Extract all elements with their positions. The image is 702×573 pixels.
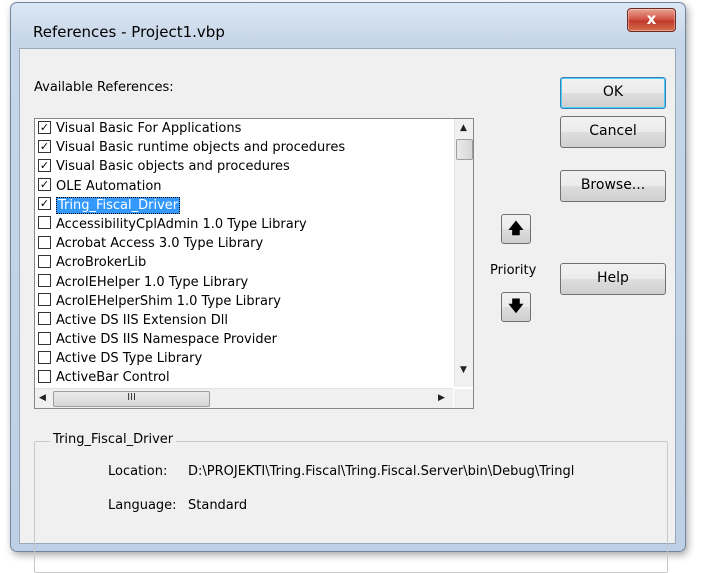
vertical-scroll-thumb[interactable]	[456, 139, 473, 160]
scroll-up-icon[interactable]: ▲	[460, 123, 467, 133]
reference-label: Active DS Type Library	[56, 351, 203, 367]
checkbox-unchecked-icon[interactable]	[38, 293, 51, 307]
checkbox-unchecked-icon[interactable]	[38, 216, 51, 230]
reference-label: AcroIEHelper 1.0 Type Library	[56, 274, 249, 290]
checkbox-unchecked-icon[interactable]	[38, 254, 51, 268]
references-listbox[interactable]: ✓ Visual Basic For Applications ✓ Visual Ba…	[34, 118, 474, 409]
list-item[interactable]: Active DS Type Library	[35, 349, 453, 368]
scroll-down-icon[interactable]: ▼	[460, 365, 467, 375]
reference-label: Tring_Fiscal_Driver	[56, 196, 181, 214]
list-item[interactable]: ✓ OLE Automation	[35, 177, 453, 196]
reference-label: Acrobat Access 3.0 Type Library	[56, 236, 264, 252]
close-icon: x	[646, 10, 657, 28]
scroll-left-icon[interactable]: ◀	[39, 393, 46, 403]
list-item[interactable]: AcroBrokerLib	[35, 253, 453, 272]
arrow-up-icon: 🡅	[508, 219, 524, 237]
details-group-title: Tring_Fiscal_Driver	[50, 432, 177, 447]
list-item[interactable]: Acrobat Access 3.0 Type Library	[35, 234, 453, 253]
list-item[interactable]: ✓ Tring_Fiscal_Driver	[35, 196, 453, 215]
list-item[interactable]: AcroIEHelper 1.0 Type Library	[35, 273, 453, 292]
dialog-client-area: Available References: ✓ Visual Basic For …	[19, 48, 676, 573]
checkbox-checked-icon[interactable]: ✓	[38, 158, 51, 172]
reference-label: AccessibilityCplAdmin 1.0 Type Library	[56, 216, 307, 232]
checkbox-unchecked-icon[interactable]	[38, 369, 51, 383]
checkbox-checked-icon[interactable]: ✓	[38, 178, 51, 192]
title-bar[interactable]: References - Project1.vbp x	[11, 3, 685, 47]
scroll-right-icon[interactable]: ▶	[438, 393, 445, 403]
reference-label: Visual Basic For Applications	[56, 121, 242, 136]
language-label: Language:	[108, 498, 177, 513]
list-item[interactable]: Active DS IIS Namespace Provider	[35, 330, 453, 349]
scroll-grip-icon: III	[127, 392, 136, 403]
checkbox-unchecked-icon[interactable]	[38, 350, 51, 364]
reference-label: AcroBrokerLib	[56, 255, 147, 271]
reference-label: Visual Basic runtime objects and procedu…	[56, 140, 346, 156]
checkbox-unchecked-icon[interactable]	[38, 274, 51, 287]
checkbox-checked-icon[interactable]: ✓	[38, 139, 51, 153]
horizontal-scrollbar[interactable]: ◀ III ▶	[35, 388, 453, 408]
priority-label: Priority	[490, 263, 537, 278]
list-item[interactable]: ✓ Visual Basic objects and procedures	[35, 157, 453, 176]
location-label: Location:	[108, 464, 168, 479]
browse-button[interactable]: Browse...	[560, 170, 666, 202]
available-references-label: Available References:	[34, 80, 174, 95]
list-item[interactable]: AccessibilityCplAdmin 1.0 Type Library	[35, 215, 453, 234]
horizontal-scroll-thumb[interactable]: III	[53, 391, 210, 407]
reference-label: ActiveBar Control	[56, 370, 170, 386]
help-button[interactable]: Help	[560, 263, 666, 295]
vertical-scrollbar[interactable]: ▲ ▼	[454, 119, 473, 387]
references-list: ✓ Visual Basic For Applications ✓ Visual Ba…	[35, 119, 453, 387]
reference-label: Visual Basic objects and procedures	[56, 159, 290, 175]
reference-label: Active DS IIS Extension Dll	[56, 312, 228, 328]
list-item[interactable]: AcroIEHelperShim 1.0 Type Library	[35, 292, 453, 311]
ok-button[interactable]: OK	[560, 77, 666, 109]
arrow-down-icon: 🡇	[508, 297, 524, 315]
location-value: D:\PROJEKTI\Tring.Fiscal\Tring.Fiscal.Se…	[188, 464, 575, 479]
list-item[interactable]: ✓ Visual Basic For Applications	[35, 119, 453, 138]
references-dialog-window: References - Project1.vbp x Available Re…	[10, 2, 686, 573]
reference-label: AcroIEHelperShim 1.0 Type Library	[56, 293, 282, 309]
priority-up-button[interactable]: 🡅	[501, 214, 531, 244]
close-button[interactable]: x	[627, 8, 676, 32]
scroll-corner	[454, 389, 473, 408]
list-item[interactable]: ✓ Visual Basic runtime objects and proced…	[35, 138, 453, 157]
checkbox-unchecked-icon[interactable]	[38, 235, 51, 249]
checkbox-checked-icon[interactable]: ✓	[38, 197, 51, 211]
list-item[interactable]: ActiveBar Control	[35, 368, 453, 387]
list-item[interactable]: Active DS IIS Extension Dll	[35, 311, 453, 330]
priority-down-button[interactable]: 🡇	[501, 292, 531, 322]
reference-label: Active DS IIS Namespace Provider	[56, 332, 277, 348]
checkbox-checked-icon[interactable]: ✓	[38, 120, 51, 134]
checkbox-unchecked-icon[interactable]	[38, 312, 51, 326]
checkbox-unchecked-icon[interactable]	[38, 331, 51, 345]
window-title: References - Project1.vbp	[33, 23, 225, 41]
language-value: Standard	[188, 498, 248, 513]
reference-label: OLE Automation	[56, 178, 162, 194]
cancel-button[interactable]: Cancel	[560, 116, 666, 148]
